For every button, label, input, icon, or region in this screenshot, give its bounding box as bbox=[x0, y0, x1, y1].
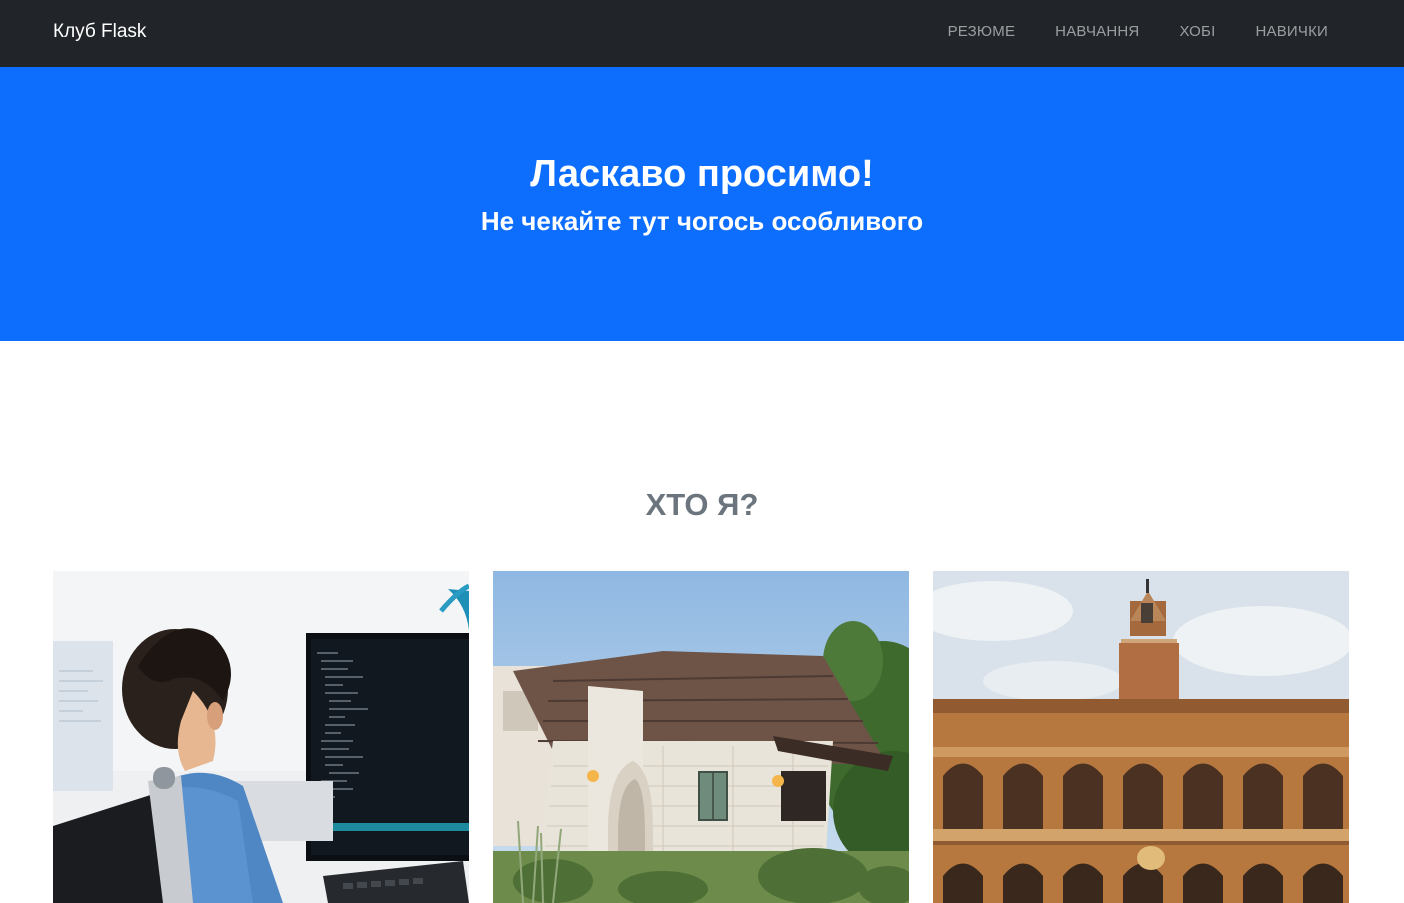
nav-link-skills[interactable]: НАВИЧКИ bbox=[1255, 20, 1328, 44]
hero-title: Ласкаво просимо! bbox=[530, 153, 874, 195]
navbar-brand[interactable]: Клуб Flask bbox=[53, 20, 146, 44]
university-photo bbox=[933, 571, 1349, 903]
hero-subtitle: Не чекайте тут чогось особливого bbox=[480, 206, 924, 236]
top-navbar: Клуб Flask РЕЗЮМЕ НАВЧАННЯ ХОБІ НАВИЧКИ bbox=[0, 0, 1404, 67]
programmer-photo bbox=[53, 571, 469, 903]
nav-link-resume[interactable]: РЕЗЮМЕ bbox=[948, 20, 1016, 44]
nav-link-education[interactable]: НАВЧАННЯ bbox=[1055, 20, 1139, 44]
nav-link-hobby[interactable]: ХОБІ bbox=[1179, 20, 1215, 44]
nav-links: РЕЗЮМЕ НАВЧАННЯ ХОБІ НАВИЧКИ bbox=[908, 20, 1328, 44]
about-section-title: ХТО Я? bbox=[645, 487, 759, 522]
card-image-programmer bbox=[53, 571, 469, 903]
hero-banner: Ласкаво просимо! Не чекайте тут чогось о… bbox=[0, 67, 1404, 341]
card-image-university bbox=[933, 571, 1349, 903]
house-photo bbox=[493, 571, 909, 903]
card-image-house bbox=[493, 571, 909, 903]
